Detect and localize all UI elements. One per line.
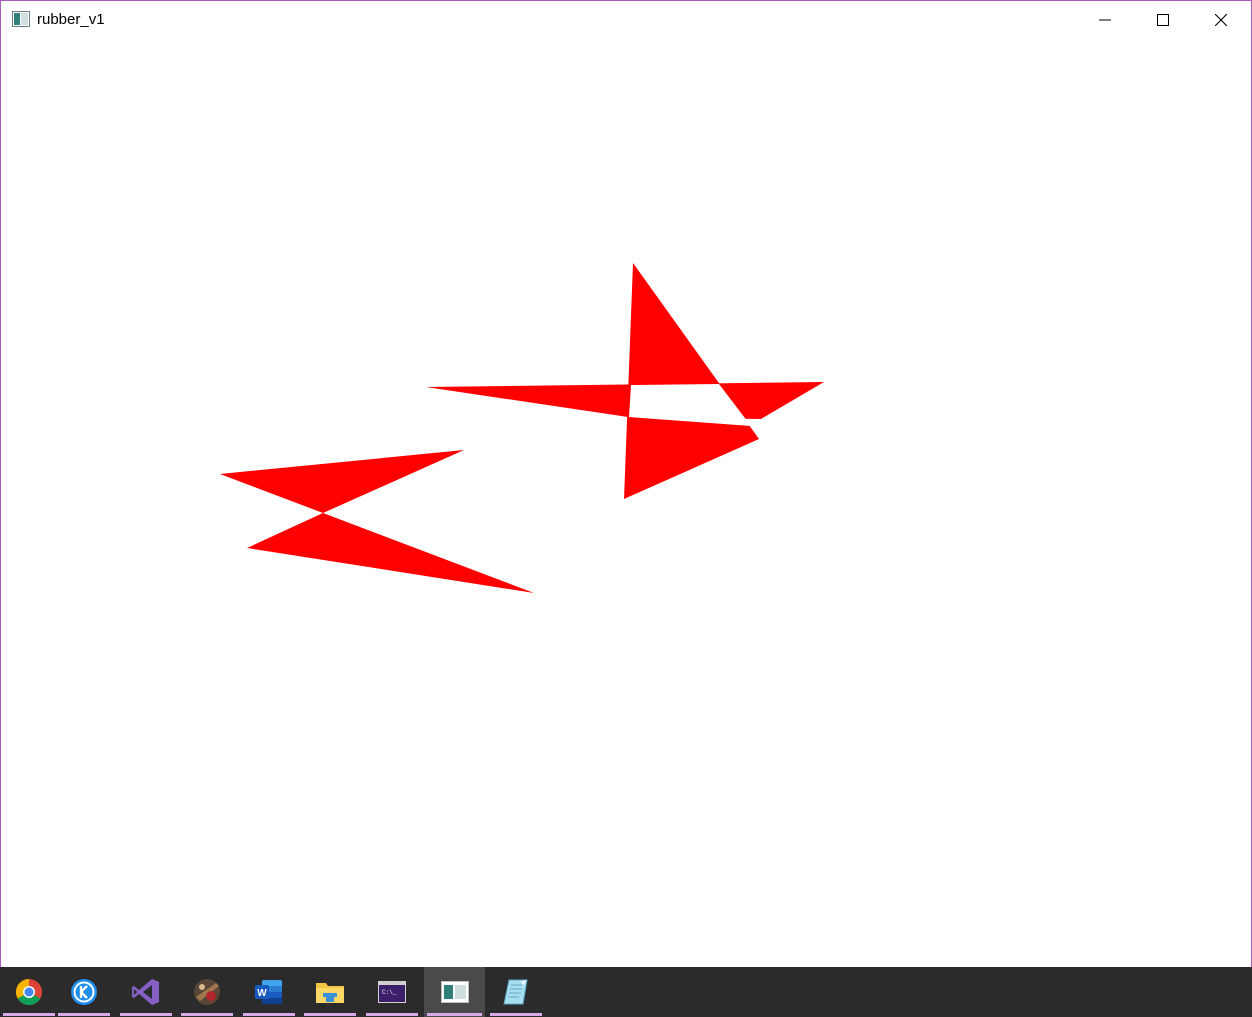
maximize-button[interactable] [1134, 1, 1192, 39]
star-left-spike [426, 382, 824, 419]
zigzag-upper-triangle [220, 450, 464, 513]
zigzag-lower-triangle [247, 513, 534, 593]
running-indicator [304, 1013, 356, 1016]
word-icon: W [255, 980, 282, 1004]
star-shape [426, 263, 824, 499]
running-indicator [3, 1013, 55, 1016]
minimize-icon [1099, 19, 1111, 21]
visual-studio-icon [132, 979, 159, 1005]
running-indicator [427, 1013, 482, 1016]
taskbar-item-word[interactable]: W [240, 967, 298, 1017]
running-indicator [366, 1013, 418, 1016]
taskbar-item-game[interactable] [178, 967, 236, 1017]
svg-text:C:\_: C:\_ [382, 989, 397, 996]
close-button[interactable] [1192, 1, 1250, 39]
running-indicator [120, 1013, 172, 1016]
svg-text:W: W [257, 988, 267, 999]
window-app-icon [12, 11, 30, 27]
zigzag-shape [220, 450, 534, 593]
console-icon: C:\_ [378, 981, 406, 1003]
taskbar-item-visual-studio[interactable] [117, 967, 175, 1017]
kugou-icon [71, 979, 97, 1005]
running-indicator [58, 1013, 110, 1016]
running-indicator [243, 1013, 295, 1016]
taskbar-item-console[interactable]: C:\_ [363, 967, 421, 1017]
maximize-icon [1157, 14, 1169, 26]
taskbar-item-chrome[interactable] [0, 967, 58, 1017]
taskbar-item-rubber-v1[interactable] [424, 967, 485, 1017]
taskbar-item-kugou[interactable] [55, 967, 113, 1017]
taskbar: W C:\_ [0, 967, 1252, 1017]
drawing-canvas[interactable] [1, 39, 1251, 967]
notepad-icon [503, 979, 528, 1005]
window-title: rubber_v1 [37, 11, 105, 28]
running-indicator [181, 1013, 233, 1016]
minimize-button[interactable] [1076, 1, 1134, 39]
running-indicator [490, 1013, 542, 1016]
folder-icon [316, 983, 344, 1003]
close-icon [1215, 14, 1227, 26]
chrome-icon [15, 978, 42, 1006]
star-top-spike [624, 263, 759, 499]
title-bar[interactable]: rubber_v1 [1, 1, 1251, 39]
game-icon [194, 979, 220, 1005]
app-window: rubber_v1 [0, 0, 1252, 968]
opengl-window-icon [440, 981, 469, 1003]
taskbar-item-file-explorer[interactable] [301, 967, 359, 1017]
taskbar-item-notepad[interactable] [487, 967, 545, 1017]
